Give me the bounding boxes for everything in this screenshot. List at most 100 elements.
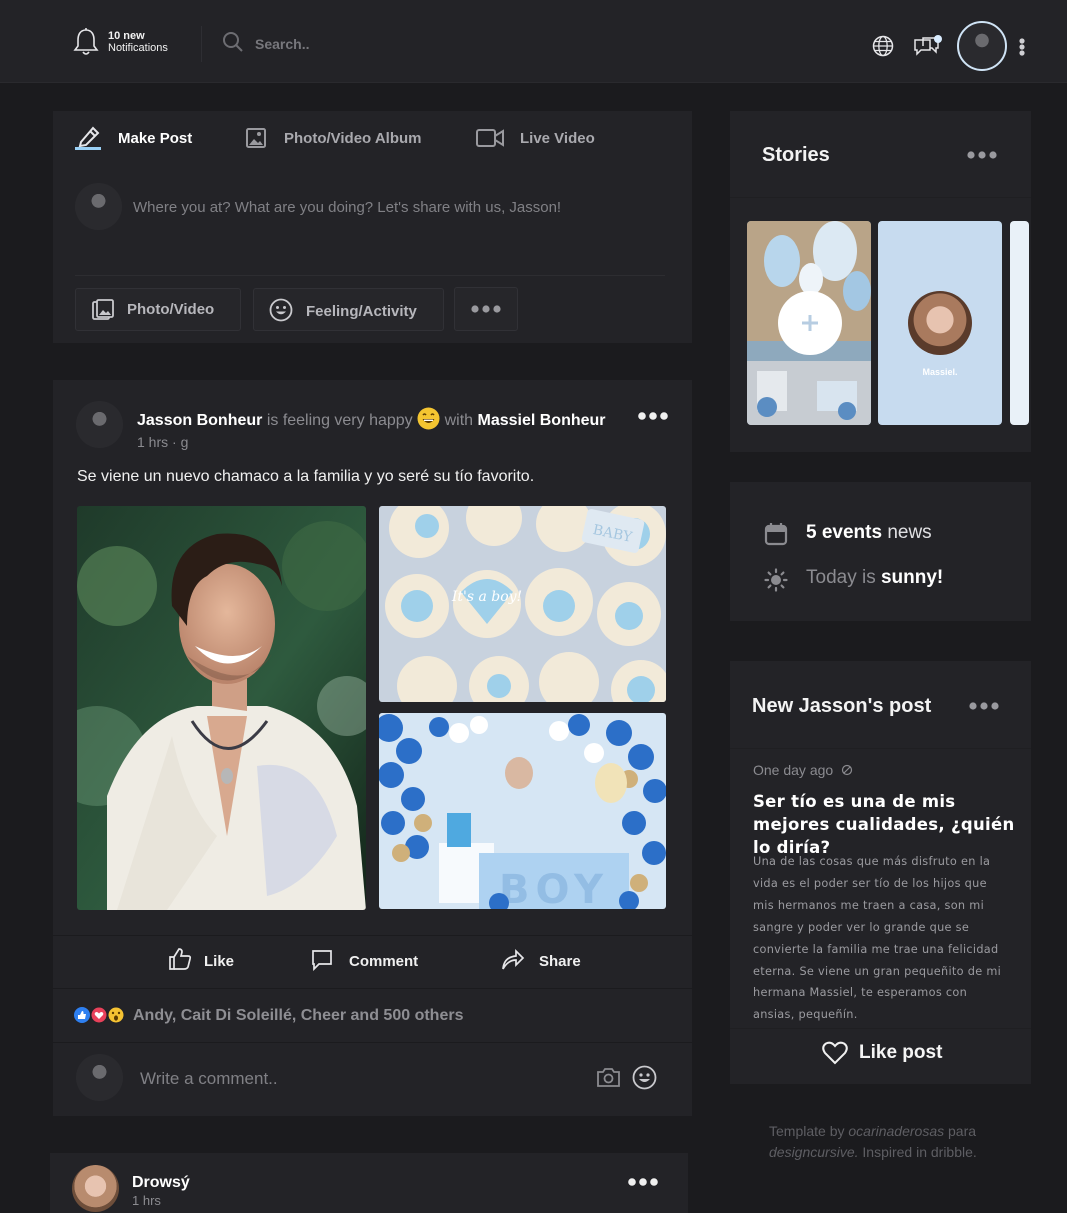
post-author-name[interactable]: Jasson Bonheur: [137, 412, 262, 429]
tab-live-video[interactable]: Live Video: [520, 130, 595, 147]
post-author-avatar[interactable]: [76, 401, 123, 448]
like-post-button[interactable]: Like post: [859, 1042, 942, 1064]
status-input[interactable]: Where you at? What are you doing? Let's …: [133, 199, 561, 216]
story-avatar: [908, 291, 972, 355]
weather-prefix: Today is: [806, 567, 876, 588]
user-avatar[interactable]: [957, 21, 1007, 71]
comment-icon[interactable]: [311, 949, 333, 971]
post-photo-cupcakes[interactable]: It's a boy! BABY: [379, 506, 666, 702]
post-body-text: Se viene un nuevo chamaco a la familia y…: [77, 468, 535, 485]
story-next-peek[interactable]: [1010, 221, 1029, 425]
comment-avatar: [76, 1054, 123, 1101]
photo-icon: [92, 299, 114, 321]
globe-icon[interactable]: [872, 35, 894, 57]
notifications-summary[interactable]: 10 new Notifications: [108, 30, 168, 54]
comment-button[interactable]: Comment: [349, 953, 418, 970]
post-photo-portrait[interactable]: [77, 506, 366, 910]
stories-options-icon[interactable]: [967, 151, 997, 159]
tab-make-post[interactable]: Make Post: [118, 130, 192, 147]
next-post-avatar[interactable]: [72, 1165, 119, 1212]
weather-value: sunny!: [880, 567, 944, 588]
bell-icon[interactable]: [73, 27, 99, 57]
post-options-icon[interactable]: [638, 412, 668, 420]
post-header-line: Jasson Bonheur is feeling very happy wit…: [137, 407, 606, 430]
footer-author[interactable]: ocarinaderosas: [848, 1123, 944, 1139]
pencil-icon: [75, 123, 103, 151]
feeling-activity-button[interactable]: Feeling/Activity: [253, 288, 444, 331]
photo-album-icon: [246, 128, 266, 148]
composer-more-button[interactable]: [454, 287, 518, 331]
new-post-time: One day ago: [753, 762, 834, 778]
party-box-text: BOY: [499, 867, 609, 909]
search-input[interactable]: Search..: [255, 36, 309, 52]
emoji-icon[interactable]: [632, 1065, 657, 1090]
post-tagged-user[interactable]: Massiel Bonheur: [477, 412, 605, 429]
feed-post-next: Drowsý 1 hrs: [50, 1153, 688, 1213]
divider: [201, 26, 202, 62]
like-button[interactable]: Like: [204, 953, 234, 970]
composer-avatar: [75, 183, 122, 230]
top-bar: 10 new Notifications Search..: [0, 0, 1067, 83]
post-meta: 1 hrs · g: [137, 434, 188, 450]
footer-prefix: Template by: [769, 1123, 845, 1139]
happy-emoji-icon: [417, 407, 440, 430]
divider: [53, 988, 692, 989]
post-feeling-text: is feeling very happy: [266, 412, 413, 429]
post-privacy: · g: [172, 434, 189, 450]
reactions-icons[interactable]: [73, 1006, 129, 1024]
photo-video-label: Photo/Video: [127, 301, 215, 318]
events-suffix: news: [887, 522, 932, 543]
post-composer: Make Post Photo/Video Album Live Video W…: [53, 111, 692, 343]
photo-video-button[interactable]: Photo/Video: [75, 288, 241, 331]
camera-icon[interactable]: [597, 1067, 620, 1087]
story-massiel[interactable]: Massiel.: [878, 221, 1002, 425]
events-count: 5 events: [806, 522, 883, 543]
messages-icon[interactable]: [913, 34, 943, 60]
new-post-title: New Jasson's post: [752, 695, 932, 717]
new-post-headline[interactable]: Ser tío es una de mis mejores cualidades…: [753, 790, 1023, 859]
search-icon: [222, 31, 244, 53]
divider: [53, 935, 692, 936]
stories-panel: Stories Massiel.: [730, 111, 1031, 452]
events-panel: 5 events news Today is sunny!: [730, 482, 1031, 621]
divider: [75, 275, 665, 276]
divider: [730, 1028, 1031, 1029]
post-time[interactable]: 1 hrs: [137, 434, 168, 450]
feeling-activity-label: Feeling/Activity: [306, 303, 417, 320]
heart-icon[interactable]: [822, 1041, 848, 1065]
footer-site[interactable]: designcursive.: [769, 1144, 859, 1160]
plus-icon: [802, 315, 818, 331]
new-post-options-icon[interactable]: [969, 702, 999, 710]
story-add[interactable]: [747, 221, 871, 425]
notifications-label: Notifications: [108, 42, 168, 54]
video-camera-icon: [476, 128, 504, 148]
next-post-author[interactable]: Drowsý: [132, 1174, 190, 1192]
more-icon: [471, 305, 501, 313]
reactions-summary[interactable]: Andy, Cait Di Soleillé, Cheer and 500 ot…: [133, 1007, 463, 1025]
privacy-icon: [841, 764, 853, 776]
next-post-time: 1 hrs: [132, 1193, 161, 1208]
calendar-icon: [764, 522, 788, 546]
stories-title: Stories: [762, 144, 830, 166]
story-name: Massiel.: [922, 367, 958, 377]
cupcake-text: It's a boy!: [451, 589, 522, 605]
tab-photo-video-album[interactable]: Photo/Video Album: [284, 130, 422, 147]
comment-input[interactable]: Write a comment..: [140, 1069, 278, 1089]
notifications-count: 10 new: [108, 30, 145, 42]
next-post-options-icon[interactable]: [628, 1178, 658, 1186]
footer-middle: para: [948, 1123, 977, 1139]
smiley-icon: [269, 298, 293, 322]
sun-icon: [764, 568, 788, 592]
divider: [730, 197, 1031, 198]
divider: [53, 1042, 692, 1043]
more-vertical-icon[interactable]: [1019, 38, 1025, 56]
footer-suffix: Inspired in dribble.: [862, 1144, 977, 1160]
share-button[interactable]: Share: [539, 953, 581, 970]
post-photo-party[interactable]: BOY: [379, 713, 666, 909]
new-post-body: Una de las cosas que más disfruto en la …: [753, 855, 1002, 1022]
feed-post: Jasson Bonheur is feeling very happy wit…: [53, 380, 692, 1116]
add-story-button[interactable]: [778, 291, 842, 355]
share-icon[interactable]: [501, 948, 525, 970]
events-summary[interactable]: 5 events news: [806, 522, 932, 544]
like-icon[interactable]: [168, 948, 192, 970]
